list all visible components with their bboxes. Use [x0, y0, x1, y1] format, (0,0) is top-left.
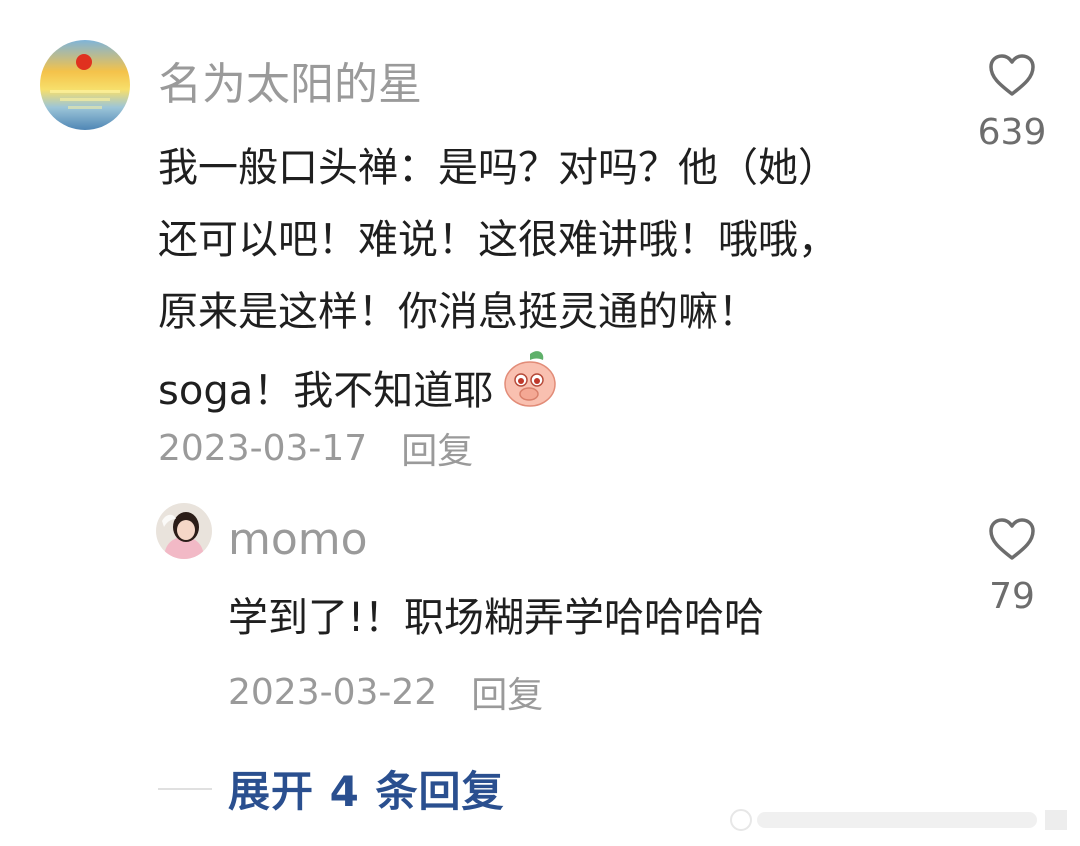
comment-line: 我一般口头禅：是吗？对吗？他（她）: [158, 145, 838, 191]
comment-line: soga！我不知道耶: [158, 348, 838, 433]
expand-replies[interactable]: 展开 4 条回复: [158, 758, 504, 819]
comment-meta: 2023-03-17 回复: [158, 422, 473, 474]
reply-button[interactable]: 回复: [401, 422, 473, 474]
avatar-main[interactable]: [40, 40, 130, 130]
comment-line: 还可以吧！难说！这很难讲哦！哦哦，: [158, 217, 838, 263]
reply-text: 学到了!！职场糊弄学哈哈哈哈: [228, 595, 765, 641]
username-reply[interactable]: momo: [228, 514, 368, 565]
comment-line-text: soga！我不知道耶: [158, 367, 494, 414]
expand-replies-label[interactable]: 展开 4 条回复: [228, 758, 504, 819]
avatar-reply[interactable]: [156, 503, 212, 559]
like-button-main[interactable]: 639: [978, 52, 1046, 153]
comment-date: 2023-03-17: [158, 427, 368, 469]
like-count: 639: [977, 112, 1047, 153]
heart-icon[interactable]: [987, 52, 1037, 102]
reply-reply-button[interactable]: 回复: [471, 666, 543, 718]
comment-line: 原来是这样！你消息挺灵通的嘛！: [158, 289, 758, 335]
reply-date: 2023-03-22: [228, 671, 438, 713]
comment-text: 我一般口头禅：是吗？对吗？他（她） 还可以吧！难说！这很难讲哦！哦哦， 原来是这…: [158, 132, 838, 433]
like-count: 79: [989, 576, 1035, 617]
divider: [158, 787, 212, 790]
reply-meta: 2023-03-22 回复: [228, 666, 543, 718]
watermark: [727, 804, 1072, 834]
peach-emoji-icon: [499, 348, 561, 433]
username-main[interactable]: 名为太阳的星: [158, 48, 422, 112]
heart-icon[interactable]: [987, 516, 1037, 566]
like-button-reply[interactable]: 79: [978, 516, 1046, 617]
